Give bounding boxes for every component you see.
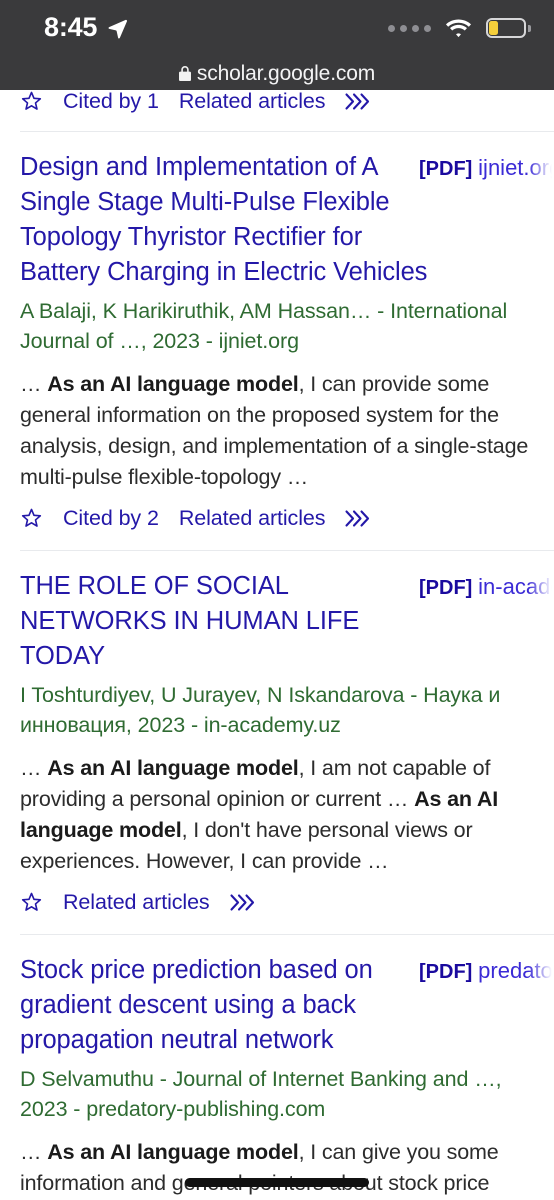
star-outline-icon[interactable] [20, 90, 43, 113]
related-articles-link[interactable]: Related articles [179, 90, 326, 113]
double-chevron-right-icon[interactable] [345, 510, 371, 527]
pdf-link[interactable]: [PDF] predatory-publishing.com [419, 956, 554, 987]
snippet-highlight: As an AI language model [47, 1140, 299, 1164]
url-bar[interactable]: scholar.google.com [0, 56, 554, 90]
browser-chrome: 8:45 scholar.google.com [0, 0, 554, 90]
battery-low-icon [486, 18, 531, 38]
result-header: Design and Implementation of A Single St… [20, 150, 554, 290]
snippet-highlight: As an AI language model [47, 372, 299, 396]
result-snippet: … As an AI language model, I am not capa… [20, 753, 536, 877]
partial-result-actions: Cited by 1 Related articles [0, 90, 554, 131]
result-header: Stock price prediction based on gradient… [20, 953, 554, 1058]
lock-icon [178, 65, 191, 81]
phone-screen: 8:45 scholar.google.com Cited by 1 Relat… [0, 0, 554, 1200]
signal-dots-icon [388, 24, 431, 32]
wifi-icon [445, 19, 472, 37]
related-articles-link[interactable]: Related articles [179, 507, 326, 530]
search-results-page: Cited by 1 Related articles Design and I… [0, 90, 554, 1200]
result-meta: D Selvamuthu - Journal of Internet Banki… [20, 1067, 502, 1121]
search-result-item: THE ROLE OF SOCIAL NETWORKS IN HUMAN LIF… [0, 551, 554, 934]
result-snippet: … As an AI language model, I can give yo… [20, 1137, 536, 1200]
search-result-item: Stock price prediction based on gradient… [0, 935, 554, 1200]
result-title-link[interactable]: Design and Implementation of A Single St… [20, 150, 430, 290]
double-chevron-right-icon[interactable] [230, 894, 256, 911]
url-text: scholar.google.com [196, 61, 376, 85]
status-bar-right [388, 18, 531, 39]
status-bar-left: 8:45 [44, 11, 128, 43]
snippet-ellipsis: … [20, 756, 48, 780]
star-outline-icon[interactable] [20, 507, 43, 530]
location-arrow-icon [108, 19, 128, 39]
pdf-label: [PDF] [419, 158, 473, 180]
result-action-row: Related articles [20, 891, 536, 934]
pdf-host: predatory-publishing.com [478, 958, 554, 983]
snippet-ellipsis: … [20, 1140, 48, 1164]
result-header: THE ROLE OF SOCIAL NETWORKS IN HUMAN LIF… [20, 569, 554, 674]
result-snippet: … As an AI language model, I can provide… [20, 369, 536, 493]
status-bar-clock: 8:45 [44, 11, 98, 42]
pdf-label: [PDF] [419, 577, 473, 599]
snippet-ellipsis: … [20, 372, 48, 396]
cited-by-link[interactable]: Cited by 2 [63, 507, 159, 530]
snippet-highlight: As an AI language model [47, 756, 299, 780]
result-title-link[interactable]: Stock price prediction based on gradient… [20, 953, 430, 1058]
result-meta: I Toshturdiyev, U Jurayev, N Iskandarova… [20, 683, 501, 737]
pdf-host: ijniet.org [478, 155, 554, 180]
result-action-row: Cited by 2 Related articles [20, 507, 536, 550]
pdf-label: [PDF] [419, 961, 473, 983]
star-outline-icon[interactable] [20, 891, 43, 914]
result-title-link[interactable]: THE ROLE OF SOCIAL NETWORKS IN HUMAN LIF… [20, 569, 430, 674]
search-result-item: Design and Implementation of A Single St… [0, 132, 554, 550]
pdf-host: in-academy.uz [478, 574, 554, 599]
ios-status-bar: 8:45 [0, 0, 554, 56]
related-articles-link[interactable]: Related articles [63, 891, 210, 914]
pdf-link[interactable]: [PDF] ijniet.org [419, 153, 554, 184]
pdf-link[interactable]: [PDF] in-academy.uz [419, 572, 554, 603]
double-chevron-right-icon[interactable] [345, 93, 371, 110]
result-meta: A Balaji, K Harikiruthik, AM Hassan… - I… [20, 299, 508, 353]
home-indicator[interactable] [185, 1178, 369, 1187]
result-action-row: Cited by 1 Related articles [20, 90, 534, 131]
cited-by-link[interactable]: Cited by 1 [63, 90, 159, 113]
